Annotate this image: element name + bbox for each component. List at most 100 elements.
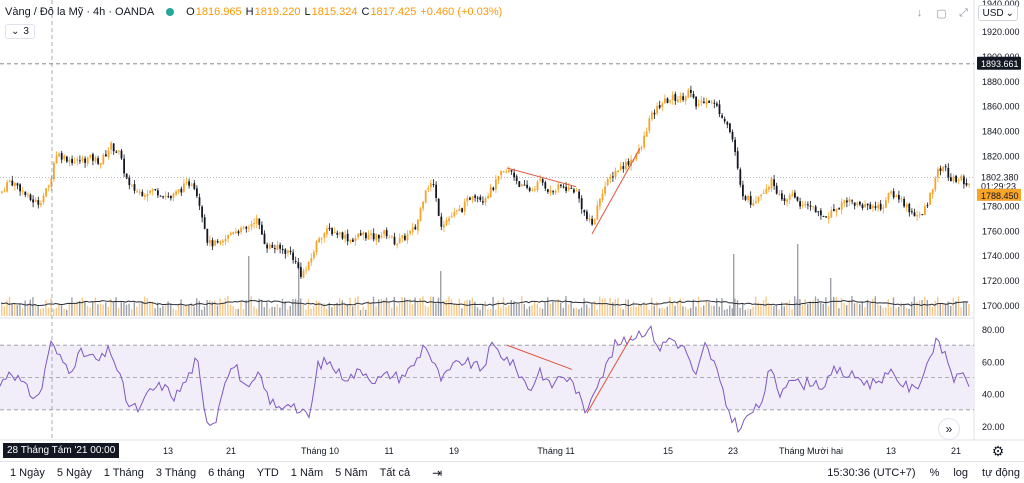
candle-body — [859, 201, 861, 205]
volume-bar — [151, 301, 154, 316]
volume-bar — [778, 309, 780, 316]
volume-bar — [599, 296, 601, 316]
volume-bar — [674, 305, 676, 316]
candle-body — [284, 249, 287, 254]
candle-body — [94, 157, 97, 162]
candle-body — [198, 197, 201, 206]
range-button-4[interactable]: 6 tháng — [202, 467, 251, 479]
candle-body — [115, 151, 118, 153]
candle-body — [505, 171, 508, 173]
volume-bar — [307, 298, 310, 316]
candle-body — [687, 90, 690, 98]
range-button-3[interactable]: 3 Tháng — [150, 467, 202, 479]
candle-body — [414, 226, 417, 230]
candle-body — [885, 200, 887, 208]
clock-time[interactable]: 15:30:36 (UTC+7) — [827, 467, 915, 479]
range-button-2[interactable]: 1 Tháng — [98, 467, 150, 479]
price-trendline — [591, 147, 641, 235]
candle-body — [853, 202, 856, 206]
price-axis[interactable]: 1700.000 1720.000 1740.000 1760.000 1780.000… — [977, 0, 1021, 432]
candle-body — [84, 158, 86, 163]
price-tick-label: 1840.000 — [982, 127, 1020, 137]
gear-icon[interactable]: ⚙ — [988, 442, 1008, 460]
volume-bar — [950, 305, 952, 316]
chart-canvas[interactable]: 1700.000 1720.000 1740.000 1760.000 1780.000… — [0, 0, 1024, 483]
candle-body — [599, 198, 601, 207]
price-tick-label: 1860.000 — [982, 102, 1020, 112]
volume-bar — [799, 299, 801, 316]
volume-bar — [50, 298, 52, 316]
range-button-8[interactable]: Tất cả — [374, 467, 417, 479]
candle-body — [861, 204, 864, 209]
auto-scale-toggle[interactable]: tự động — [982, 467, 1020, 479]
volume-bar — [515, 304, 518, 316]
market-status-icon[interactable] — [166, 8, 175, 16]
volume-bar — [934, 300, 936, 316]
candle-body — [180, 188, 183, 193]
candle-body — [879, 203, 882, 210]
candle-body — [450, 216, 453, 218]
range-button-1[interactable]: 5 Ngày — [51, 467, 98, 479]
candle-body — [492, 187, 495, 190]
range-button-5[interactable]: YTD — [251, 467, 285, 479]
candle-body — [671, 95, 674, 100]
price-tick-label: 1920.000 — [982, 27, 1020, 37]
range-button-6[interactable]: 1 Năm — [285, 467, 329, 479]
candle-body — [372, 233, 375, 240]
volume-bar — [133, 302, 135, 316]
candle-body — [29, 194, 32, 201]
volume-bar — [55, 307, 57, 316]
currency-select[interactable]: USD ⌄ — [978, 5, 1018, 21]
scroll-to-realtime-button[interactable]: » — [938, 418, 960, 440]
volume-bar — [588, 307, 590, 316]
candle-body — [604, 186, 606, 194]
volume-bar — [653, 305, 655, 316]
volume-bar — [396, 306, 398, 316]
candle-body — [8, 180, 11, 183]
candle-body — [960, 175, 963, 181]
candle-body — [107, 150, 110, 158]
volume-bar — [79, 300, 81, 316]
candle-body — [513, 172, 515, 178]
candle-body — [34, 199, 37, 203]
candle-body — [752, 203, 755, 206]
fullscreen-icon[interactable]: ⤢ — [952, 4, 974, 22]
candle-body — [318, 238, 320, 242]
volume-bar — [266, 302, 268, 316]
reset-scale-icon[interactable]: ▢ — [930, 4, 952, 22]
log-scale-toggle[interactable]: log — [953, 467, 968, 479]
range-button-7[interactable]: 5 Năm — [329, 467, 373, 479]
volume-bar — [219, 298, 221, 316]
volume-bar — [29, 299, 31, 316]
volume-bar-spike — [298, 264, 300, 316]
candle-body — [729, 123, 731, 133]
candle-body — [266, 244, 268, 249]
candle-body — [99, 162, 102, 166]
percent-scale-toggle[interactable]: % — [930, 467, 940, 479]
volume-bar-spike — [797, 244, 799, 316]
candle-body — [586, 211, 588, 219]
candle-body — [656, 105, 658, 114]
time-tick-label: 19 — [449, 446, 459, 456]
volume-bar — [349, 297, 351, 316]
range-button-0[interactable]: 1 Ngày — [0, 467, 51, 479]
indicators-toggle-button[interactable]: ⌄ 3 — [5, 24, 35, 39]
calendar-icon[interactable]: ⇥ — [432, 466, 442, 480]
volume-bar — [406, 299, 408, 316]
candle-body — [209, 239, 211, 244]
candle-body — [744, 196, 747, 200]
candle-body — [900, 198, 903, 200]
lower-price-tag: 1788.450 — [981, 191, 1019, 201]
candle-body — [874, 206, 877, 208]
candle-body — [422, 201, 424, 209]
candle-body — [333, 231, 336, 234]
candle-body — [349, 240, 352, 242]
candle-body — [700, 100, 703, 103]
volume-bar — [198, 300, 200, 316]
symbol-title[interactable]: Vàng / Đô la Mỹ · 4h · OANDA — [5, 6, 154, 18]
volume-bar-spike — [440, 271, 442, 316]
scroll-down-icon[interactable]: ↓ — [908, 4, 930, 22]
volume-bar — [747, 308, 749, 316]
candle-body — [383, 230, 385, 235]
time-axis[interactable]: 13 21 Tháng 10 11 19 Tháng 11 15 23 Tháng Mười h… — [163, 446, 961, 456]
